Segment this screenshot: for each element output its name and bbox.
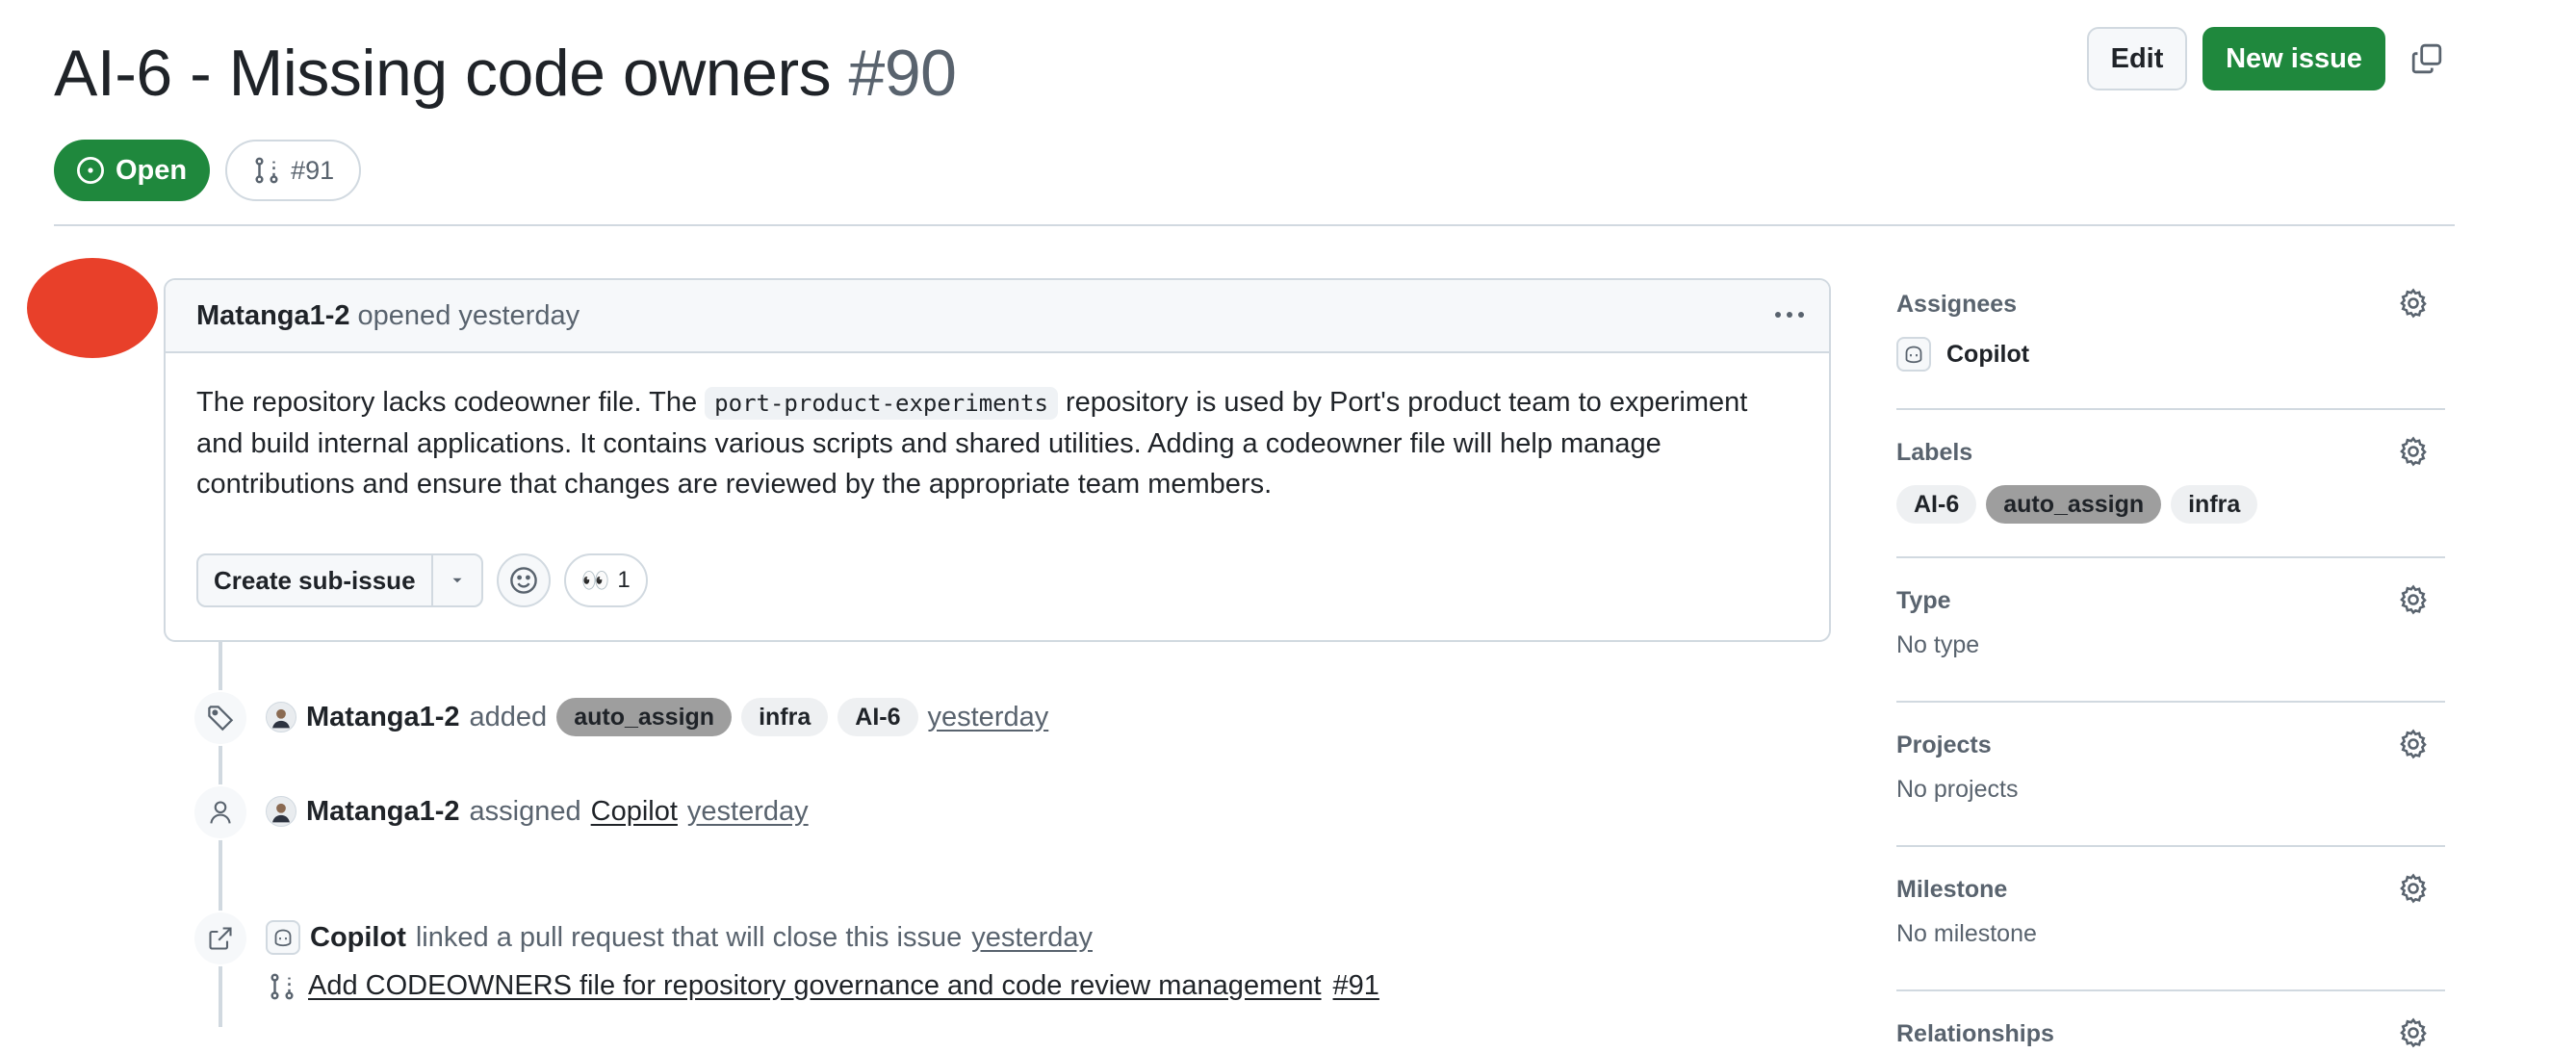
comment-actions: Create sub-issue 👀 1 [196,553,648,607]
gear-icon[interactable] [2395,433,2432,470]
event-text: linked a pull request that will close th… [415,921,963,953]
page-title: AI-6 - Missing code owners #90 [54,29,957,117]
issue-number: #90 [848,37,957,110]
gear-icon[interactable] [2395,726,2432,762]
type-value: No type [1896,631,1980,658]
chevron-down-icon[interactable] [430,555,481,605]
gear-icon[interactable] [2395,1014,2432,1051]
comment-author[interactable]: Matanga1-2 [196,300,350,332]
label-ai-6[interactable]: AI-6 [1896,485,1977,524]
timeline-labels-event: Matanga1-2 added auto_assign infra AI-6 … [266,695,1048,739]
timeline-assign-event: Matanga1-2 assigned Copilot yesterday [266,789,809,834]
copilot-icon [1896,337,1931,372]
body-text-line2: and build internal applications. It cont… [196,428,1662,459]
assignee-link[interactable]: Copilot [591,796,678,828]
event-actor[interactable]: Copilot [310,922,406,954]
body-text-start: The repository lacks codeowner file. The [196,387,706,418]
create-sub-issue-split-button: Create sub-issue [196,553,483,607]
copilot-icon[interactable] [266,920,300,955]
sidebar-relationships: Relationships [1896,991,2445,1053]
gear-icon[interactable] [2395,581,2432,618]
label-auto-assign[interactable]: auto_assign [1986,485,2162,524]
event-time[interactable]: yesterday [687,796,809,828]
sidebar-assignees: Assignees Copilot [1896,271,2445,410]
add-reaction-icon[interactable] [496,553,551,607]
linked-pr-chip[interactable]: #91 [225,140,362,201]
tag-icon [193,690,248,746]
sidebar-title: Relationships [1896,1019,2054,1047]
event-verb: assigned [469,795,581,827]
pr-title[interactable]: Add CODEOWNERS file for repository gover… [308,970,1322,1002]
edit-button[interactable]: Edit [2087,27,2187,90]
projects-value: No projects [1896,776,2019,803]
issue-opened-icon [76,156,105,185]
sidebar-label-list: AI-6 auto_assign infra [1896,485,2445,524]
comment-body: The repository lacks codeowner file. The… [166,353,1829,504]
issue-comment: Matanga1-2 opened yesterday The reposito… [164,278,1831,642]
sidebar-title: Milestone [1896,875,2008,903]
link-external-icon [193,911,248,966]
create-sub-issue-button[interactable]: Create sub-issue [198,555,431,605]
status-label: Open [116,154,188,186]
issue-state-row: Open #91 [54,140,362,201]
more-options-icon[interactable] [1767,295,1812,334]
event-actor[interactable]: Matanga1-2 [306,796,460,828]
reaction-count: 1 [617,567,631,593]
issue-title-text: AI-6 - Missing code owners [54,37,832,110]
sidebar-title: Type [1896,586,1951,614]
avatar[interactable] [27,258,158,358]
user-avatar[interactable] [266,796,296,827]
sidebar-milestone: Milestone No milestone [1896,847,2445,991]
status-badge: Open [54,140,211,201]
header-actions: Edit New issue [2087,27,2453,90]
user-avatar[interactable] [266,702,296,732]
copy-icon[interactable] [2401,27,2453,90]
eyes-emoji: 👀 [580,567,610,594]
new-issue-button[interactable]: New issue [2202,27,2385,90]
pr-number[interactable]: #91 [1333,970,1379,1002]
sidebar-labels: Labels AI-6 auto_assign infra [1896,410,2445,558]
sidebar-type: Type No type [1896,558,2445,703]
timeline-link-event: Copilot linked a pull request that will … [266,915,1093,960]
label-auto-assign[interactable]: auto_assign [556,698,733,736]
label-ai-6[interactable]: AI-6 [837,698,918,736]
sidebar-title: Labels [1896,438,1973,466]
milestone-value: No milestone [1896,920,2037,947]
repo-code: port-product-experiments [705,387,1058,420]
pull-request-icon [255,157,278,184]
event-actor[interactable]: Matanga1-2 [306,702,460,733]
gear-icon[interactable] [2395,285,2432,321]
issue-sidebar: Assignees Copilot Labels AI-6 auto_assig… [1896,271,2445,1053]
body-text-line1-end: repository is used by Port's product tea… [1057,387,1748,418]
assignee-name: Copilot [1946,340,2030,368]
linked-pr-number: #91 [291,155,335,185]
comment-action: opened yesterday [357,299,580,331]
sidebar-projects: Projects No projects [1896,703,2445,847]
comment-header: Matanga1-2 opened yesterday [166,280,1829,353]
label-infra[interactable]: infra [2171,485,2258,524]
event-verb: added [469,701,548,732]
sidebar-title: Assignees [1896,290,2018,318]
sidebar-title: Projects [1896,731,1992,758]
linked-pull-request[interactable]: Add CODEOWNERS file for repository gover… [268,970,1379,1002]
assignee-item[interactable]: Copilot [1896,337,2445,372]
event-time[interactable]: yesterday [928,702,1049,733]
body-text-line3: contributions and ensure that changes ar… [196,469,1273,500]
header-divider [54,224,2455,226]
label-infra[interactable]: infra [741,698,829,736]
reaction-eyes[interactable]: 👀 1 [563,553,648,607]
gear-icon[interactable] [2395,870,2432,907]
pull-request-icon [270,973,294,999]
person-icon [193,784,248,840]
event-time[interactable]: yesterday [971,922,1093,954]
